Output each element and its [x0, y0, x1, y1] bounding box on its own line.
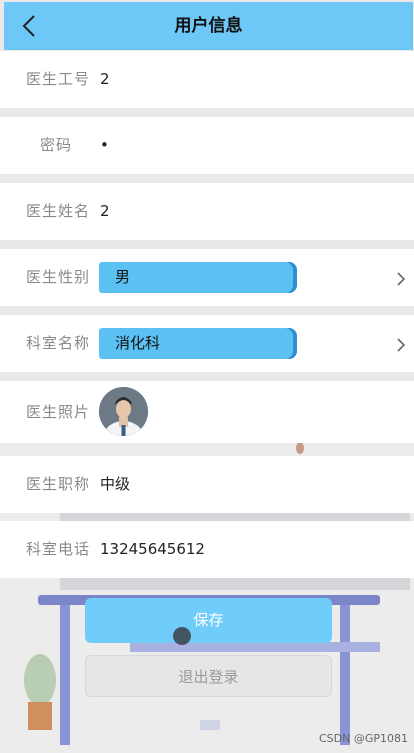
doctor-photo: [99, 387, 148, 436]
row-phone: 科室电话 13245645612: [0, 521, 414, 578]
save-button[interactable]: 保存: [85, 598, 332, 643]
chevron-right-icon[interactable]: [396, 271, 406, 287]
department-select[interactable]: 消化科: [99, 328, 297, 359]
row-photo: 医生照片: [0, 381, 414, 443]
gender-select[interactable]: 男: [99, 262, 297, 293]
title-value[interactable]: 中级: [100, 456, 130, 513]
row-password: 密码 •: [0, 117, 414, 174]
row-title: 医生职称 中级: [0, 456, 414, 513]
row-doctor-name: 医生姓名 2: [0, 183, 414, 240]
gender-label: 医生性别: [26, 268, 91, 286]
phone-value[interactable]: 13245645612: [100, 521, 205, 578]
photo-label: 医生照片: [26, 403, 91, 421]
app-frame: 用户信息 医生工号 2 密码 • 医生姓名 2 医生性别 男 科室名称 消化科: [0, 0, 414, 753]
watermark: CSDN @GP1081: [318, 732, 408, 745]
doctor-id-value: 2: [100, 70, 110, 88]
doctor-name-value[interactable]: 2: [100, 183, 110, 240]
department-label: 科室名称: [26, 334, 91, 352]
logout-button[interactable]: 退出登录: [85, 655, 332, 697]
row-department[interactable]: 科室名称 消化科: [0, 315, 414, 372]
gender-value: 男: [115, 268, 131, 286]
department-value: 消化科: [115, 334, 161, 352]
touch-cursor: [173, 627, 191, 645]
doctor-name-label: 医生姓名: [26, 202, 91, 220]
password-label: 密码: [40, 136, 73, 154]
doctor-id-label: 医生工号: [26, 70, 91, 88]
password-value[interactable]: •: [100, 117, 109, 174]
app-header: 用户信息: [4, 2, 413, 50]
avatar[interactable]: [99, 387, 148, 436]
title-label: 医生职称: [26, 475, 91, 493]
row-doctor-id: 医生工号 2: [0, 51, 414, 108]
row-gender[interactable]: 医生性别 男: [0, 249, 414, 306]
page-title: 用户信息: [174, 16, 243, 36]
chevron-right-icon[interactable]: [396, 337, 406, 353]
phone-label: 科室电话: [26, 540, 91, 558]
